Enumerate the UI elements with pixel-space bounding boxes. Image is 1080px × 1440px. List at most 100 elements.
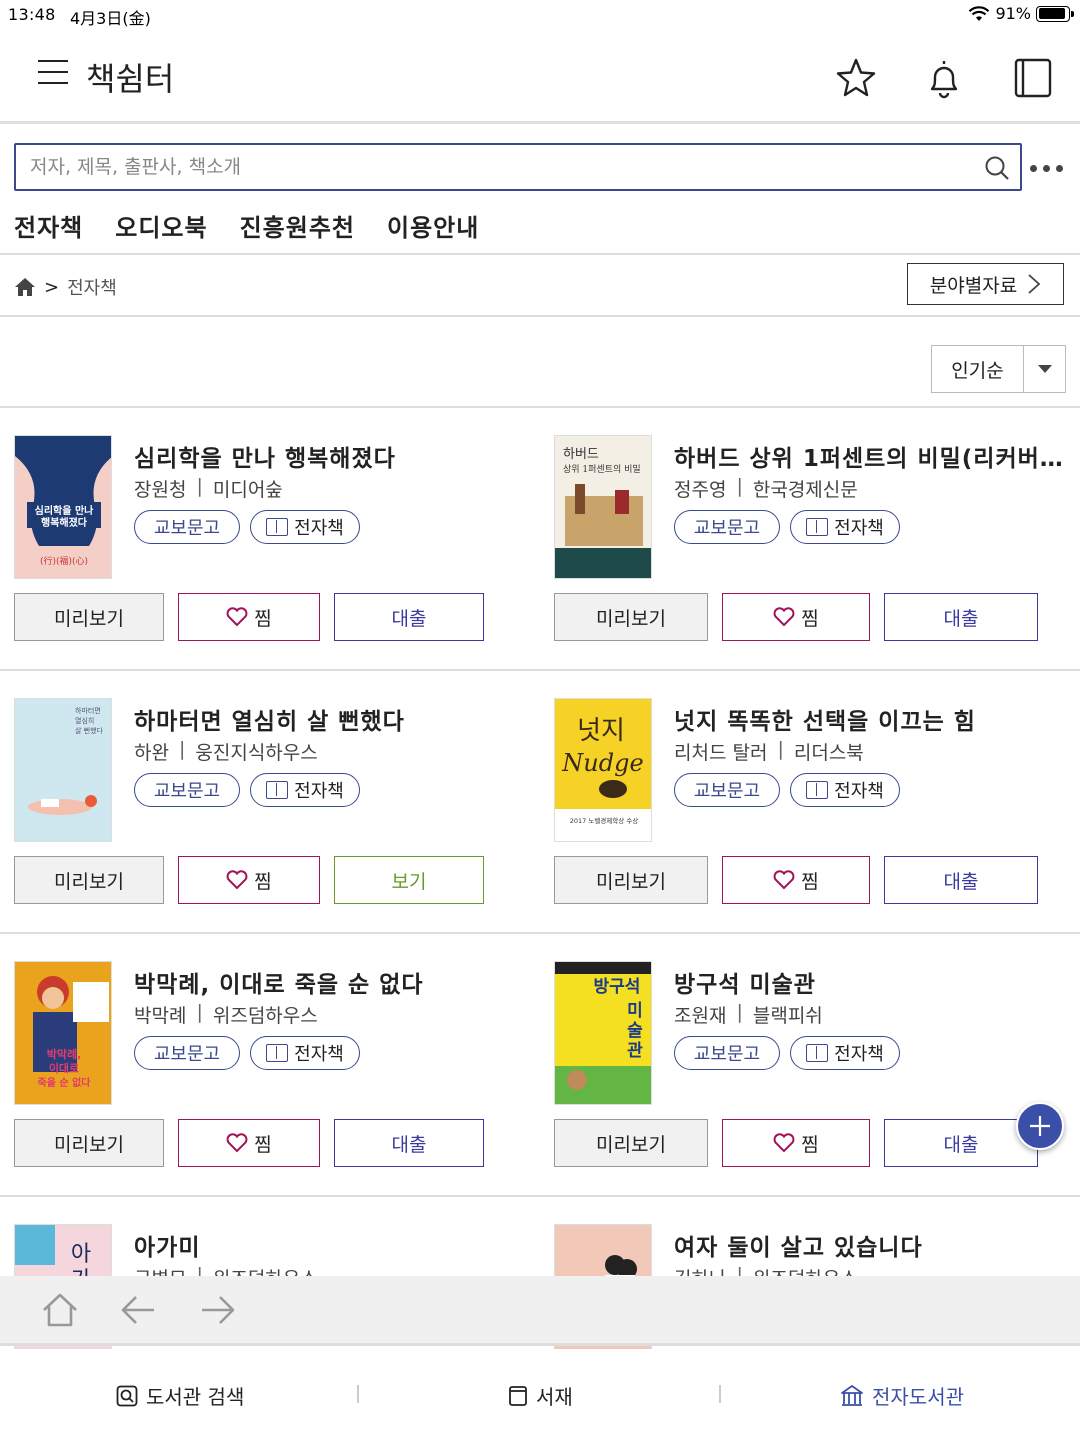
book-tags: 교보문고 전자책 <box>134 773 360 807</box>
ebook-tag[interactable]: 전자책 <box>250 1036 360 1070</box>
loan-button[interactable]: 대출 <box>884 1119 1038 1167</box>
tab-audiobook[interactable]: 오디오북 <box>115 208 207 242</box>
svg-text:방구석: 방구석 <box>594 977 641 997</box>
ebook-tag[interactable]: 전자책 <box>250 510 360 544</box>
tab-label: 전자도서관 <box>872 1385 964 1409</box>
heart-icon <box>773 607 795 627</box>
book-meta: 정주영 | 한국경제신문 <box>674 475 858 501</box>
book-title[interactable]: 방구석 미술관 <box>674 965 1064 999</box>
tab-recommend[interactable]: 진흥원추천 <box>240 208 355 242</box>
wish-label: 찜 <box>801 1133 819 1156</box>
chevron-down-icon[interactable] <box>1024 346 1065 392</box>
kyobo-tag[interactable]: 교보문고 <box>674 510 780 544</box>
book-title[interactable]: 넛지 똑똑한 선택을 이끄는 힘 <box>674 702 1064 736</box>
sort-select[interactable]: 인기순 <box>931 345 1066 393</box>
wish-button[interactable]: 찜 <box>722 593 870 641</box>
book-publisher: 한국경제신문 <box>752 479 858 501</box>
kyobo-tag[interactable]: 교보문고 <box>674 1036 780 1070</box>
kyobo-tag[interactable]: 교보문고 <box>134 510 240 544</box>
book-author: 박막례 <box>134 1005 187 1027</box>
search-icon[interactable] <box>984 155 1010 181</box>
kyobo-tag[interactable]: 교보문고 <box>674 773 780 807</box>
svg-text:행복해졌다: 행복해졌다 <box>41 516 88 529</box>
ebook-icon <box>266 781 289 799</box>
ebook-icon <box>806 1044 829 1062</box>
book-cover[interactable]: 하마터면 열심히 살 뻔했다 <box>14 698 112 842</box>
kyobo-tag[interactable]: 교보문고 <box>134 1036 240 1070</box>
ebook-tag[interactable]: 전자책 <box>790 1036 900 1070</box>
view-button[interactable]: 보기 <box>334 856 484 904</box>
book-meta: 리처드 탈러 | 리더스북 <box>674 738 864 764</box>
book-cover[interactable]: 넛지 Nudge 2017 노벨경제학상 수상 <box>554 698 652 842</box>
wish-button[interactable]: 찜 <box>178 856 320 904</box>
svg-text:술: 술 <box>627 1021 643 1041</box>
ebook-tag[interactable]: 전자책 <box>250 773 360 807</box>
ebook-label: 전자책 <box>294 781 344 802</box>
preview-button[interactable]: 미리보기 <box>554 593 708 641</box>
book-cover[interactable]: 방구석 미 술 관 <box>554 961 652 1105</box>
menu-icon[interactable] <box>38 60 68 86</box>
app-title: 책쉼터 <box>86 60 175 98</box>
preview-button[interactable]: 미리보기 <box>14 593 164 641</box>
wish-button[interactable]: 찜 <box>178 1119 320 1167</box>
preview-button[interactable]: 미리보기 <box>14 856 164 904</box>
field-category-button[interactable]: 분야별자료 <box>907 263 1064 305</box>
book-cover[interactable]: 박막례, 이대로 죽을 순 없다 <box>14 961 112 1105</box>
loan-button[interactable]: 대출 <box>884 856 1038 904</box>
book-actions: 미리보기 찜 대출 <box>14 593 484 641</box>
tab-ebook[interactable]: 전자책 <box>14 208 83 242</box>
loan-button[interactable]: 대출 <box>884 593 1038 641</box>
add-fab-button[interactable] <box>1016 1102 1064 1150</box>
bell-icon[interactable] <box>922 56 966 100</box>
ebook-label: 전자책 <box>294 1044 344 1065</box>
bookshelf-icon[interactable] <box>1011 56 1055 100</box>
ebook-tag[interactable]: 전자책 <box>790 773 900 807</box>
forward-arrow-icon[interactable] <box>198 1292 238 1328</box>
home-icon[interactable] <box>14 276 36 298</box>
tab-library-search[interactable]: 도서관 검색 <box>116 1381 244 1410</box>
wish-button[interactable]: 찜 <box>178 593 320 641</box>
wish-button[interactable]: 찜 <box>722 1119 870 1167</box>
tab-my-library[interactable]: 서재 <box>508 1381 573 1410</box>
book-title[interactable]: 여자 둘이 살고 있습니다 <box>674 1228 1064 1262</box>
wifi-icon <box>969 5 990 21</box>
tab-guide[interactable]: 이용안내 <box>387 208 479 242</box>
book-title[interactable]: 박막례, 이대로 죽을 순 없다 <box>134 965 524 999</box>
status-date: 4月3日(金) <box>70 9 151 28</box>
wish-button[interactable]: 찜 <box>722 856 870 904</box>
book-meta: 장원청 | 미디어숲 <box>134 475 283 501</box>
book-actions: 미리보기 찜 대출 <box>554 593 1038 641</box>
book-title[interactable]: 하버드 상위 1퍼센트의 비밀(리커버 … <box>674 439 1064 473</box>
book-title[interactable]: 심리학을 만나 행복해졌다 <box>134 439 524 473</box>
more-options-icon[interactable] <box>1030 159 1068 177</box>
book-cover[interactable]: 하버드 상위 1퍼센트의 비밀 <box>554 435 652 579</box>
tab-e-library[interactable]: 전자도서관 <box>840 1381 964 1410</box>
book-title[interactable]: 아가미 <box>134 1228 524 1262</box>
book-item: 방구석 미 술 관 방구석 미술관 조원재 | 블랙피쉬 교보문고 전자책 미리보… <box>540 933 1080 1195</box>
svg-text:미: 미 <box>627 1001 643 1021</box>
book-publisher: 위즈덤하우스 <box>212 1005 318 1027</box>
loan-button[interactable]: 대출 <box>334 593 484 641</box>
book-title[interactable]: 하마터면 열심히 살 뻔했다 <box>134 702 524 736</box>
svg-text:관: 관 <box>627 1041 643 1061</box>
book-tags: 교보문고 전자책 <box>674 510 900 544</box>
wish-label: 찜 <box>254 607 272 630</box>
book-publisher: 리더스북 <box>793 742 864 764</box>
book-item: 심리학을 만나 행복해졌다 (行)(福)(心) 심리학을 만나 행복해졌다 장원… <box>0 407 540 669</box>
preview-button[interactable]: 미리보기 <box>554 1119 708 1167</box>
heart-icon <box>226 1133 248 1153</box>
book-cover[interactable]: 심리학을 만나 행복해졌다 (行)(福)(心) <box>14 435 112 579</box>
back-arrow-icon[interactable] <box>118 1292 158 1328</box>
preview-button[interactable]: 미리보기 <box>14 1119 164 1167</box>
ebook-tag[interactable]: 전자책 <box>790 510 900 544</box>
ebook-label: 전자책 <box>834 1044 884 1065</box>
search-book-icon <box>116 1385 138 1406</box>
search-input[interactable] <box>30 153 970 181</box>
loan-button[interactable]: 대출 <box>334 1119 484 1167</box>
book-author: 조원재 <box>674 1005 727 1027</box>
book-item: 하버드 상위 1퍼센트의 비밀 하버드 상위 1퍼센트의 비밀(리커버 … 정주… <box>540 407 1080 669</box>
home-nav-icon[interactable] <box>40 1292 80 1328</box>
star-icon[interactable] <box>834 56 878 100</box>
kyobo-tag[interactable]: 교보문고 <box>134 773 240 807</box>
preview-button[interactable]: 미리보기 <box>554 856 708 904</box>
